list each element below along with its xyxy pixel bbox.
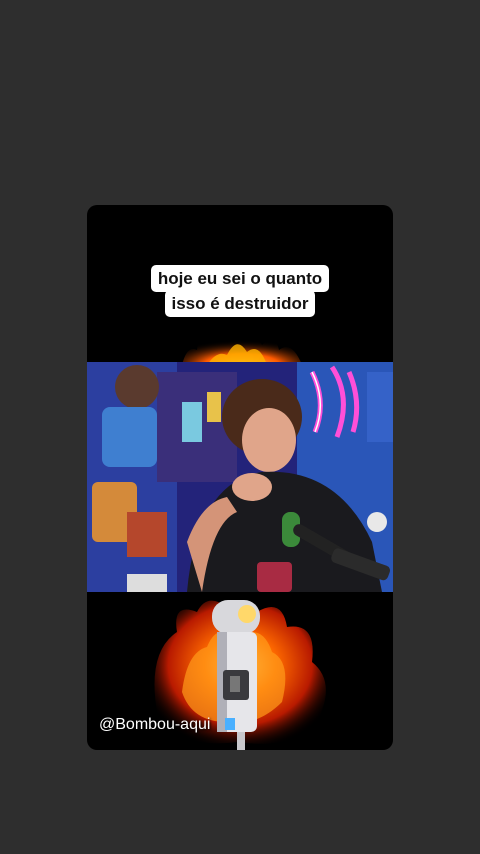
video-card[interactable]: hoje eu sei o quanto isso é destruidor @… xyxy=(87,205,393,750)
robot-figure xyxy=(212,600,260,750)
watermark-handle: @Bombou-aqui xyxy=(99,716,211,733)
podcast-scene-graphic xyxy=(87,362,393,592)
story-viewer: hoje eu sei o quanto isso é destruidor @… xyxy=(0,0,480,854)
caption-line-2: isso é destruidor xyxy=(164,290,316,317)
caption: hoje eu sei o quanto isso é destruidor xyxy=(87,265,393,317)
video-frame xyxy=(87,362,393,592)
flames-top-graphic xyxy=(182,329,302,365)
caption-line-1: hoje eu sei o quanto xyxy=(150,265,330,292)
